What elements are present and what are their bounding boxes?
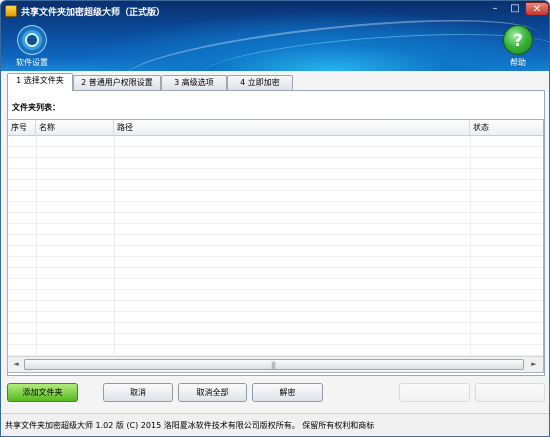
tab-advanced-options[interactable]: 3 高级选项: [161, 75, 227, 90]
column-header-status[interactable]: 状态: [470, 120, 543, 136]
column-header-path[interactable]: 路径: [114, 120, 470, 136]
cancel-all-button[interactable]: 取消全部: [178, 383, 247, 402]
horizontal-scrollbar[interactable]: ◄ ||| ►: [8, 356, 543, 372]
scroll-right-arrow-icon[interactable]: ►: [527, 358, 541, 371]
close-button[interactable]: ✕: [525, 2, 549, 16]
help-label: 帮助: [510, 58, 526, 67]
status-bar: 共享文件夹加密超级大师 1.02 版 (C) 2015 洛阳夏冰软件技术有限公司…: [1, 413, 549, 436]
disabled-button-2: [475, 383, 545, 402]
disabled-button: [399, 383, 470, 402]
column-header-index[interactable]: 序号: [8, 120, 36, 136]
scroll-left-arrow-icon[interactable]: ◄: [9, 358, 23, 371]
cancel-button[interactable]: 取消: [103, 383, 173, 402]
help-icon: ?: [503, 25, 533, 55]
add-folder-button[interactable]: 添加文件夹: [7, 383, 78, 402]
scrollbar-thumb[interactable]: |||: [24, 359, 524, 370]
help-button[interactable]: ? 帮助: [498, 25, 538, 68]
maximize-button[interactable]: □: [505, 2, 525, 16]
app-window: 共享文件夹加密超级大师（正式版） – □ ✕ 软件设置 ? 帮助 1 选择文件夹…: [0, 0, 550, 437]
window-title: 共享文件夹加密超级大师（正式版）: [21, 8, 166, 18]
minimize-button[interactable]: –: [485, 2, 505, 16]
tab-user-permissions[interactable]: 2 普通用户权限设置: [73, 75, 161, 90]
header-banner: 共享文件夹加密超级大师（正式版） – □ ✕ 软件设置 ? 帮助: [1, 1, 549, 109]
column-header-name[interactable]: 名称: [36, 120, 114, 136]
settings-button[interactable]: 软件设置: [12, 25, 52, 68]
column-divider: [114, 136, 115, 356]
app-icon: [5, 5, 17, 17]
status-bar-text: 共享文件夹加密超级大师 1.02 版 (C) 2015 洛阳夏冰软件技术有限公司…: [5, 421, 375, 430]
tab-encrypt-now[interactable]: 4 立即加密: [227, 75, 293, 90]
column-divider: [470, 136, 471, 356]
table-rows-empty: [8, 136, 543, 356]
scrollbar-grip-icon: |||: [271, 361, 276, 369]
tab-select-folder[interactable]: 1 选择文件夹: [7, 73, 73, 91]
folder-table[interactable]: 序号 名称 路径 状态 ◄ ||| ►: [7, 119, 544, 373]
folder-list-caption: 文件夹列表：: [12, 103, 60, 112]
table-header: 序号 名称 路径 状态: [8, 120, 543, 136]
decrypt-button[interactable]: 解密: [252, 383, 323, 402]
gear-icon: [17, 25, 47, 55]
column-divider: [36, 136, 37, 356]
settings-label: 软件设置: [16, 58, 48, 67]
